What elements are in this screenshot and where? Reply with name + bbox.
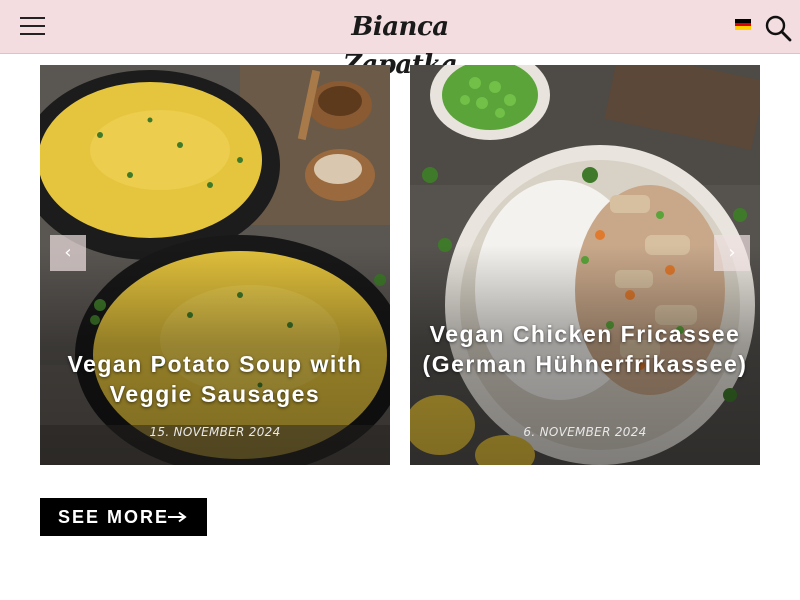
image-overlay	[410, 65, 760, 465]
chevron-right-icon[interactable]: ›	[714, 235, 750, 271]
post-card[interactable]: Vegan Chicken Fricassee (German Hühnerfr…	[410, 65, 760, 465]
post-date: 6. NOVEMBER 2024	[523, 425, 647, 439]
site-header: Bianca Zapatka	[0, 0, 800, 80]
post-title[interactable]: Vegan Potato Soup with Veggie Sausages	[50, 349, 380, 409]
search-icon[interactable]	[764, 14, 792, 42]
german-flag-icon[interactable]	[735, 19, 751, 30]
chevron-left-icon[interactable]: ‹	[50, 235, 86, 271]
see-more-button[interactable]: SEE MORE	[40, 498, 207, 536]
hamburger-menu-icon[interactable]	[20, 17, 45, 37]
post-card[interactable]: Vegan Potato Soup with Veggie Sausages 1…	[40, 65, 390, 465]
arrow-right-icon	[168, 511, 187, 523]
see-more-label: SEE MORE	[58, 507, 170, 527]
post-title[interactable]: Vegan Chicken Fricassee (German Hühnerfr…	[420, 319, 750, 379]
site-logo[interactable]: Bianca Zapatka	[300, 8, 500, 80]
post-date: 15. NOVEMBER 2024	[149, 425, 281, 439]
